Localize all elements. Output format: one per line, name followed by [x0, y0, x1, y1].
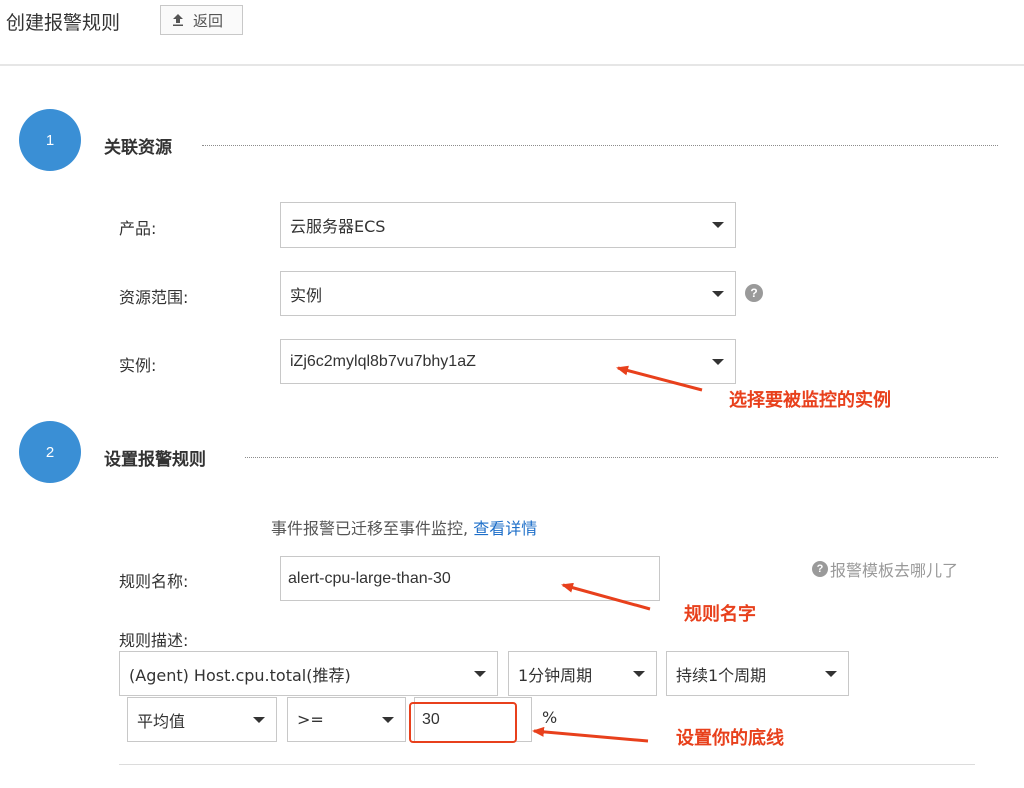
annotation-threshold: 设置你的底线: [676, 728, 784, 749]
event-notice: 事件报警已迁移至事件监控, 查看详情: [271, 515, 537, 539]
step-2-divider: [245, 457, 998, 458]
template-help-text: 报警模板去哪儿了: [830, 561, 959, 580]
step-1-badge: 1: [19, 109, 81, 171]
chevron-down-icon: [712, 222, 724, 228]
back-button[interactable]: 返回: [160, 5, 243, 35]
instance-select[interactable]: iZj6c2mylql8b7vu7bhy1aZ: [280, 339, 736, 384]
statistic-select-value: 平均值: [137, 711, 186, 731]
instance-select-value: iZj6c2mylql8b7vu7bhy1aZ: [290, 352, 476, 370]
event-notice-text: 事件报警已迁移至事件监控,: [271, 519, 474, 538]
section-divider: [119, 764, 975, 765]
product-select[interactable]: 云服务器ECS: [280, 202, 736, 248]
scope-select-value: 实例: [290, 285, 323, 305]
step-1-title: 关联资源: [104, 138, 172, 158]
rule-name-label: 规则名称:: [119, 572, 189, 591]
annotation-instance: 选择要被监控的实例: [729, 390, 891, 411]
threshold-highlight: [409, 702, 517, 743]
rule-desc-label: 规则描述:: [119, 631, 189, 650]
scope-select[interactable]: 实例: [280, 271, 736, 316]
back-button-label: 返回: [193, 11, 224, 30]
instance-label: 实例:: [119, 356, 157, 375]
period-select[interactable]: 1分钟周期: [508, 651, 657, 696]
step-2-badge: 2: [19, 421, 81, 483]
rule-name-value: alert-cpu-large-than-30: [288, 569, 451, 587]
annotation-rule-name: 规则名字: [684, 604, 756, 625]
question-icon: ?: [812, 561, 828, 577]
statistic-select[interactable]: 平均值: [127, 697, 277, 742]
template-help-link[interactable]: ? 报警模板去哪儿了: [812, 557, 958, 581]
step-1-divider: [202, 145, 998, 146]
chevron-down-icon: [825, 670, 837, 677]
upload-back-icon: [173, 14, 183, 26]
rule-name-input[interactable]: alert-cpu-large-than-30: [280, 556, 660, 601]
period-select-value: 1分钟周期: [518, 665, 593, 685]
duration-select[interactable]: 持续1个周期: [666, 651, 849, 696]
operator-select-value: >=: [297, 710, 324, 729]
step-2-title: 设置报警规则: [104, 450, 206, 470]
view-details-link[interactable]: 查看详情: [473, 519, 537, 538]
page-title: 创建报警规则: [6, 12, 121, 34]
page-header: 创建报警规则 返回: [0, 0, 1024, 66]
chevron-down-icon: [253, 716, 265, 723]
chevron-down-icon: [712, 358, 724, 365]
chevron-down-icon: [633, 670, 645, 677]
scope-label: 资源范围:: [119, 288, 189, 307]
chevron-down-icon: [474, 670, 486, 677]
arrow-icon: [532, 726, 649, 743]
product-label: 产品:: [119, 219, 157, 238]
threshold-unit: %: [542, 708, 558, 727]
product-select-value: 云服务器ECS: [290, 217, 386, 236]
operator-select[interactable]: >=: [287, 697, 406, 742]
metric-select[interactable]: (Agent) Host.cpu.total(推荐): [119, 651, 498, 696]
chevron-down-icon: [712, 290, 724, 297]
chevron-down-icon: [382, 716, 394, 723]
question-icon[interactable]: ?: [745, 284, 763, 302]
metric-select-value: (Agent) Host.cpu.total(推荐): [129, 665, 351, 685]
duration-select-value: 持续1个周期: [676, 665, 767, 685]
